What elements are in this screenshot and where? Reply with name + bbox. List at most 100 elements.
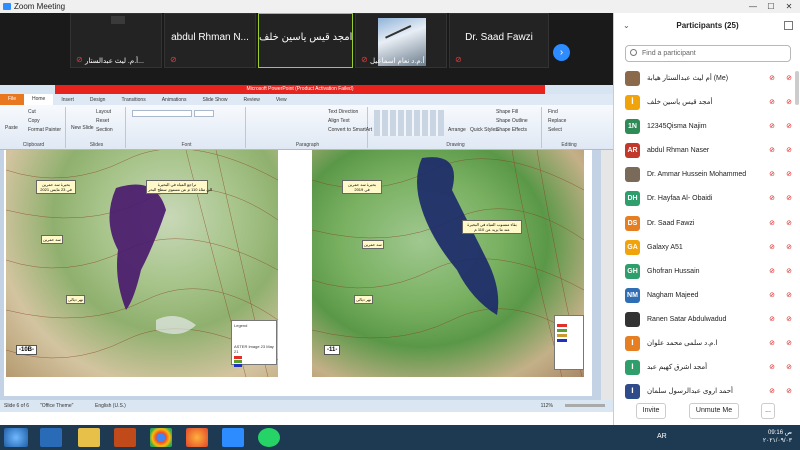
file-tab[interactable]: File xyxy=(0,94,24,105)
find-button[interactable]: Find xyxy=(548,109,558,115)
video-off-icon[interactable]: ⊘ xyxy=(786,339,792,347)
chrome-icon[interactable] xyxy=(150,428,172,447)
whatsapp-icon[interactable] xyxy=(258,428,280,447)
participant-row[interactable]: Ranen Satar Abdulwadud ⊘ ⊘ xyxy=(614,308,800,332)
participant-row[interactable]: ا أمجد اشرق كهيم عبد ⊘ ⊘ xyxy=(614,356,800,380)
muted-mic-icon[interactable]: ⊘ xyxy=(769,146,775,154)
firefox-icon[interactable] xyxy=(186,428,208,447)
video-off-icon[interactable]: ⊘ xyxy=(786,170,792,178)
format-painter-button[interactable]: Format Painter xyxy=(28,127,61,133)
video-off-icon[interactable]: ⊘ xyxy=(786,291,792,299)
tab-home[interactable]: Home xyxy=(24,94,54,105)
muted-mic-icon[interactable]: ⊘ xyxy=(769,387,775,395)
muted-mic-icon[interactable]: ⊘ xyxy=(769,267,775,275)
shape-fill-button[interactable]: Shape Fill xyxy=(496,109,518,115)
shape-outline-button[interactable]: Shape Outline xyxy=(496,118,528,124)
slide-canvas[interactable]: بحيرة سد حمرين في 23 مايس 2021 تراجع الم… xyxy=(4,150,592,396)
video-tile[interactable]: Dr. Saad Fawzi ⊘ xyxy=(449,13,549,68)
select-button[interactable]: Select xyxy=(548,127,562,133)
tab-animations[interactable]: Animations xyxy=(154,97,195,103)
unmute-me-button[interactable]: Unmute Me xyxy=(689,403,739,419)
video-off-icon[interactable]: ⊘ xyxy=(786,315,792,323)
convert-smartart-button[interactable]: Convert to SmartArt xyxy=(328,127,372,133)
chevron-down-icon[interactable]: ⌄ xyxy=(623,13,630,39)
media-player-icon[interactable] xyxy=(114,428,136,447)
tab-view[interactable]: View xyxy=(268,97,295,103)
video-off-icon[interactable]: ⊘ xyxy=(786,267,792,275)
shapes-gallery[interactable] xyxy=(374,110,444,136)
font-size-select[interactable] xyxy=(194,110,214,117)
ie-icon[interactable] xyxy=(40,428,62,447)
zoom-slider[interactable] xyxy=(565,404,605,407)
video-off-icon[interactable]: ⊘ xyxy=(786,363,792,371)
participant-row[interactable]: GA Galaxy A51 ⊘ ⊘ xyxy=(614,236,800,260)
muted-mic-icon[interactable]: ⊘ xyxy=(769,363,775,371)
search-input[interactable]: Find a participant xyxy=(625,45,791,62)
participant-row[interactable]: أ أمجد قيس ياسين خلف ⊘ ⊘ xyxy=(614,91,800,115)
maximize-icon[interactable]: ☐ xyxy=(762,0,780,13)
video-off-icon[interactable]: ⊘ xyxy=(786,194,792,202)
invite-button[interactable]: Invite xyxy=(636,403,666,419)
participant-row[interactable]: Dr. Ammar Hussein Mohammed ⊘ ⊘ xyxy=(614,163,800,187)
system-clock[interactable]: 09:16 ص ٢٠٢١/٠٩/٠٣ xyxy=(763,429,792,445)
tab-review[interactable]: Review xyxy=(235,97,267,103)
tab-transitions[interactable]: Transitions xyxy=(113,97,153,103)
zoom-app-icon[interactable] xyxy=(222,428,244,447)
chevron-right-icon[interactable]: › xyxy=(553,44,570,61)
replace-button[interactable]: Replace xyxy=(548,118,566,124)
participant-row[interactable]: GH Ghofran Hussain ⊘ ⊘ xyxy=(614,260,800,284)
layout-button[interactable]: Layout xyxy=(96,109,111,115)
video-off-icon[interactable]: ⊘ xyxy=(786,122,792,130)
muted-mic-icon[interactable]: ⊘ xyxy=(769,98,775,106)
quick-styles-button[interactable]: Quick Styles xyxy=(470,127,498,133)
video-tile[interactable]: ⊘ أ.م. ليث عبدالستار... xyxy=(70,13,162,68)
shape-effects-button[interactable]: Shape Effects xyxy=(496,127,527,133)
muted-mic-icon[interactable]: ⊘ xyxy=(769,315,775,323)
participant-row[interactable]: NM Nagham Majeed ⊘ ⊘ xyxy=(614,284,800,308)
tab-design[interactable]: Design xyxy=(82,97,114,103)
muted-mic-icon[interactable]: ⊘ xyxy=(769,291,775,299)
muted-mic-icon[interactable]: ⊘ xyxy=(769,243,775,251)
input-language[interactable]: AR xyxy=(657,433,667,440)
close-icon[interactable]: ✕ xyxy=(780,0,798,13)
video-off-icon[interactable]: ⊘ xyxy=(786,146,792,154)
arrange-button[interactable]: Arrange xyxy=(448,127,466,133)
popout-icon[interactable] xyxy=(784,21,793,30)
video-off-icon[interactable]: ⊘ xyxy=(786,243,792,251)
participant-row[interactable]: ا ا.م.د سلمى محمد علوان ⊘ ⊘ xyxy=(614,332,800,356)
video-off-icon[interactable]: ⊘ xyxy=(786,74,792,82)
new-slide-button[interactable]: New Slide xyxy=(71,125,94,131)
tab-insert[interactable]: Insert xyxy=(53,97,82,103)
muted-mic-icon[interactable]: ⊘ xyxy=(769,194,775,202)
video-tile[interactable]: abdul Rhman N... ⊘ xyxy=(164,13,256,68)
muted-mic-icon[interactable]: ⊘ xyxy=(769,219,775,227)
muted-mic-icon[interactable]: ⊘ xyxy=(769,170,775,178)
muted-mic-icon[interactable]: ⊘ xyxy=(769,74,775,82)
participant-row[interactable]: AR abdul Rhman Naser ⊘ ⊘ xyxy=(614,139,800,163)
more-button[interactable]: ... xyxy=(761,403,775,419)
video-off-icon[interactable]: ⊘ xyxy=(786,98,792,106)
vertical-scrollbar[interactable] xyxy=(601,150,613,400)
participant-scrollbar[interactable] xyxy=(795,71,799,105)
copy-button[interactable]: Copy xyxy=(28,118,40,124)
participant-row[interactable]: DH Dr. Hayfaa Al- Obaidi ⊘ ⊘ xyxy=(614,187,800,211)
tab-slide-show[interactable]: Slide Show xyxy=(194,97,235,103)
video-off-icon[interactable]: ⊘ xyxy=(786,219,792,227)
participant-row[interactable]: أم ليث عبدالستار هيابة (Me) ⊘ ⊘ xyxy=(614,67,800,91)
font-name-select[interactable] xyxy=(132,110,192,117)
file-explorer-icon[interactable] xyxy=(78,428,100,447)
paste-button[interactable]: Paste xyxy=(5,125,18,131)
participant-row[interactable]: 1N 12345Qisma Najim ⊘ ⊘ xyxy=(614,115,800,139)
align-text-button[interactable]: Align Text xyxy=(328,118,350,124)
reset-button[interactable]: Reset xyxy=(96,118,109,124)
section-button[interactable]: Section xyxy=(96,127,113,133)
muted-mic-icon[interactable]: ⊘ xyxy=(769,339,775,347)
minimize-icon[interactable]: — xyxy=(744,0,762,13)
text-direction-button[interactable]: Text Direction xyxy=(328,109,358,115)
cut-button[interactable]: Cut xyxy=(28,109,36,115)
participant-row[interactable]: DS Dr. Saad Fawzi ⊘ ⊘ xyxy=(614,212,800,236)
video-off-icon[interactable]: ⊘ xyxy=(786,387,792,395)
video-tile-active-speaker[interactable]: أمجد قيس ياسين خلف xyxy=(258,13,353,68)
start-button[interactable] xyxy=(4,428,28,447)
muted-mic-icon[interactable]: ⊘ xyxy=(769,122,775,130)
